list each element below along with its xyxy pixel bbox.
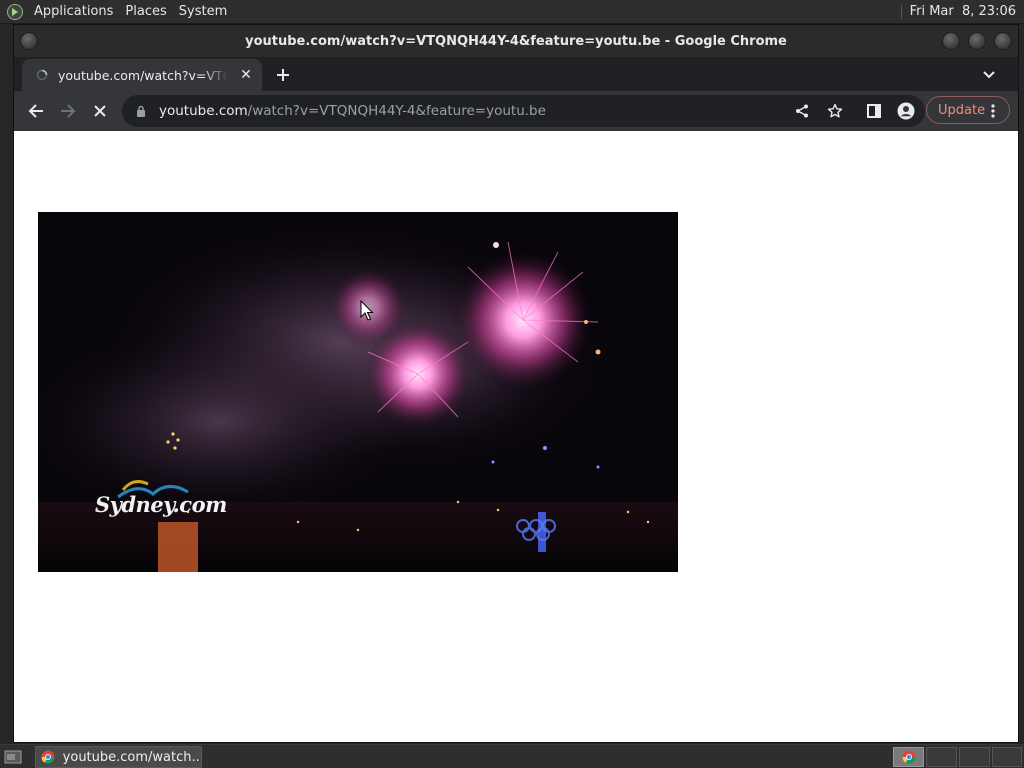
forward-icon <box>61 104 76 118</box>
stop-icon <box>94 105 106 117</box>
new-tab-button[interactable] <box>272 64 294 86</box>
system-menu[interactable]: System <box>179 4 235 19</box>
profile-button[interactable] <box>894 99 918 123</box>
window-menu-icon[interactable] <box>20 32 38 50</box>
window-titlebar[interactable]: youtube.com/watch?v=VTQNQH44Y-4&feature=… <box>14 25 1018 57</box>
window-title: youtube.com/watch?v=VTQNQH44Y-4&feature=… <box>245 33 787 49</box>
update-label: Update <box>938 102 986 118</box>
share-icon <box>796 104 808 118</box>
url-host: youtube.com <box>159 103 248 119</box>
page-content: Sydney.com <box>14 131 1018 742</box>
browser-toolbar: youtube.com/watch?v=VTQNQH44Y-4&feature=… <box>14 91 1018 131</box>
lock-icon[interactable] <box>133 105 149 117</box>
update-button[interactable]: Update <box>926 96 1010 124</box>
places-menu[interactable]: Places <box>125 4 174 19</box>
loading-spinner-icon <box>34 67 50 83</box>
panel-clock[interactable]: Fri Mar 8, 23:06 <box>900 0 1016 24</box>
minimize-icon[interactable] <box>942 32 960 50</box>
plus-icon <box>277 69 289 81</box>
workspace-4[interactable] <box>992 747 1022 767</box>
close-tab-icon[interactable]: ✕ <box>238 67 254 83</box>
chrome-icon <box>902 750 915 764</box>
tab-youtube[interactable]: youtube.com/watch?v=VTQNQH44Y-4&feature=… <box>22 59 262 91</box>
bookmark-star-icon <box>827 103 843 118</box>
side-panel-button[interactable] <box>862 99 886 123</box>
tab-search-button[interactable] <box>980 66 998 84</box>
bottom-panel: youtube.com/watch... <box>0 744 1024 768</box>
bookmark-button[interactable] <box>823 99 847 123</box>
video-player[interactable]: Sydney.com <box>38 212 678 572</box>
panel-separator <box>900 5 902 19</box>
top-panel: Applications Places System Fri Mar 8, 23… <box>0 0 1024 24</box>
applications-menu[interactable]: Applications <box>34 4 121 19</box>
chrome-window: youtube.com/watch?v=VTQNQH44Y-4&feature=… <box>13 24 1019 743</box>
workspace-2[interactable] <box>926 747 957 767</box>
show-desktop-icon[interactable] <box>2 748 24 766</box>
distro-logo-icon[interactable] <box>5 2 25 22</box>
video-watermark-sydney: Sydney.com <box>95 492 227 517</box>
close-window-icon[interactable] <box>994 32 1012 50</box>
mouse-cursor-icon <box>360 300 374 321</box>
share-button[interactable] <box>790 99 814 123</box>
url-path: /watch?v=VTQNQH44Y-4&feature=youtu.be <box>247 103 546 119</box>
tab-title: youtube.com/watch?v=VTQNQH44Y-4&feature=… <box>58 67 228 83</box>
clock-text: Fri Mar 8, 23:06 <box>909 4 1016 19</box>
taskbar-chrome-window[interactable]: youtube.com/watch... <box>35 746 202 768</box>
tab-strip: youtube.com/watch?v=VTQNQH44Y-4&feature=… <box>14 57 1018 91</box>
stop-button[interactable] <box>88 99 112 123</box>
back-button[interactable] <box>24 99 48 123</box>
side-panel-icon <box>867 104 881 118</box>
profile-icon <box>897 102 915 120</box>
maximize-icon[interactable] <box>968 32 986 50</box>
taskbar-label: youtube.com/watch... <box>62 749 201 765</box>
chevron-down-icon <box>983 71 995 79</box>
workspace-3[interactable] <box>959 747 990 767</box>
back-icon <box>28 104 43 118</box>
forward-button[interactable] <box>56 99 80 123</box>
chrome-icon <box>40 749 56 765</box>
fireworks-video-frame <box>38 212 678 572</box>
menu-dots-icon[interactable] <box>986 103 1000 119</box>
workspace-1[interactable] <box>893 747 924 767</box>
